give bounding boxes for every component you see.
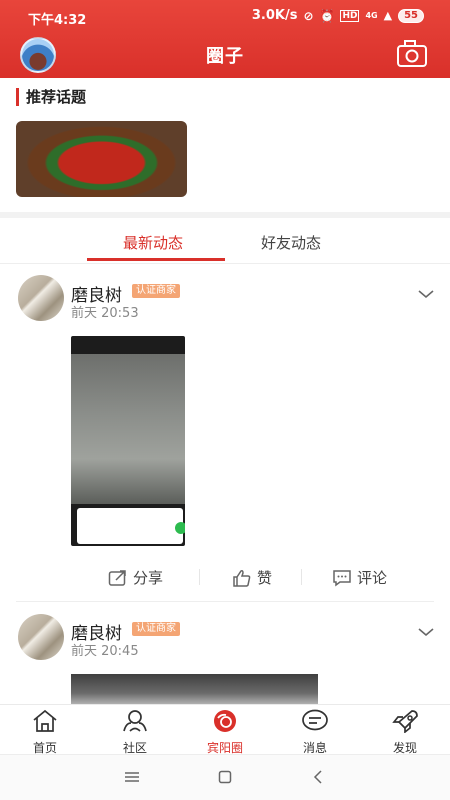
like-button[interactable]: 赞 — [232, 567, 272, 588]
header: 圈子 — [0, 32, 450, 78]
post-image-share-card — [77, 508, 183, 544]
nav-community[interactable]: 社区 — [100, 709, 170, 756]
nav-home[interactable]: 首页 — [10, 709, 80, 756]
battery-icon: 55 — [398, 8, 424, 23]
mute-icon: ⊘ — [303, 8, 314, 23]
signal-icon: ▲ — [383, 9, 393, 22]
post-image-screenshot[interactable] — [71, 336, 185, 546]
share-button[interactable]: 分享 — [108, 567, 163, 588]
nav-discover[interactable]: 发现 — [370, 709, 440, 756]
recommended-topics-title: 推荐话题 — [16, 88, 86, 106]
status-right: 3.0K/s ⊘ ⏰ HD 4G ▲ 55 — [252, 8, 424, 23]
like-label: 赞 — [257, 569, 273, 587]
comment-icon — [333, 569, 351, 586]
message-icon — [302, 709, 328, 731]
wechat-icon — [175, 522, 185, 534]
tabs-divider — [0, 263, 450, 264]
action-separator — [301, 569, 302, 585]
system-navigation-bar — [0, 754, 450, 800]
bottom-navigation: 首页 社区 宾阳圈 消息 发现 — [0, 704, 450, 756]
signal-label: 4G — [365, 11, 378, 20]
post-image-photo[interactable] — [71, 674, 318, 706]
post-time: 前天 20:45 — [71, 644, 139, 659]
share-label: 分享 — [133, 569, 164, 587]
post-image-room — [71, 354, 185, 504]
thumbs-up-icon — [233, 569, 251, 587]
chevron-down-icon[interactable] — [418, 289, 434, 299]
certified-merchant-badge: 认证商家 — [132, 284, 180, 298]
active-tab-indicator — [87, 258, 225, 261]
post-avatar[interactable] — [18, 275, 64, 321]
menu-icon[interactable] — [124, 771, 140, 783]
home-square-icon[interactable] — [218, 770, 232, 784]
back-icon[interactable] — [313, 770, 323, 784]
status-bar: 下午4:32 3.0K/s ⊘ ⏰ HD 4G ▲ 55 — [0, 0, 450, 32]
post-avatar[interactable] — [18, 614, 64, 660]
post-time: 前天 20:53 — [71, 306, 139, 321]
feed-tabs: 最新动态 好友动态 — [0, 222, 450, 262]
topic-image-crayfish[interactable] — [16, 121, 187, 197]
hd-icon: HD — [340, 9, 360, 22]
nav-messages[interactable]: 消息 — [280, 709, 350, 756]
status-time: 下午4:32 — [28, 13, 87, 28]
rocket-icon — [392, 710, 418, 734]
tab-friends[interactable]: 好友动态 — [261, 232, 321, 253]
tab-latest[interactable]: 最新动态 — [123, 232, 183, 253]
home-icon — [33, 709, 57, 732]
section-divider — [0, 212, 450, 218]
certified-merchant-badge: 认证商家 — [132, 622, 180, 636]
app-header-bar: 下午4:32 3.0K/s ⊘ ⏰ HD 4G ▲ 55 圈子 — [0, 0, 450, 78]
network-speed: 3.0K/s — [251, 8, 298, 23]
post-actions: 分享 赞 评论 — [0, 563, 450, 591]
page-title: 圈子 — [206, 46, 244, 67]
chevron-down-icon[interactable] — [418, 627, 434, 637]
action-separator — [199, 569, 200, 585]
community-icon — [123, 710, 147, 732]
circle-icon — [214, 710, 236, 732]
comment-button[interactable]: 评论 — [332, 567, 387, 588]
nav-binyang-circle[interactable]: 宾阳圈 — [190, 709, 260, 756]
camera-icon[interactable] — [396, 38, 428, 68]
post-divider — [16, 601, 434, 602]
comment-label: 评论 — [357, 569, 388, 587]
alarm-icon: ⏰ — [319, 8, 335, 23]
share-icon — [108, 569, 126, 586]
